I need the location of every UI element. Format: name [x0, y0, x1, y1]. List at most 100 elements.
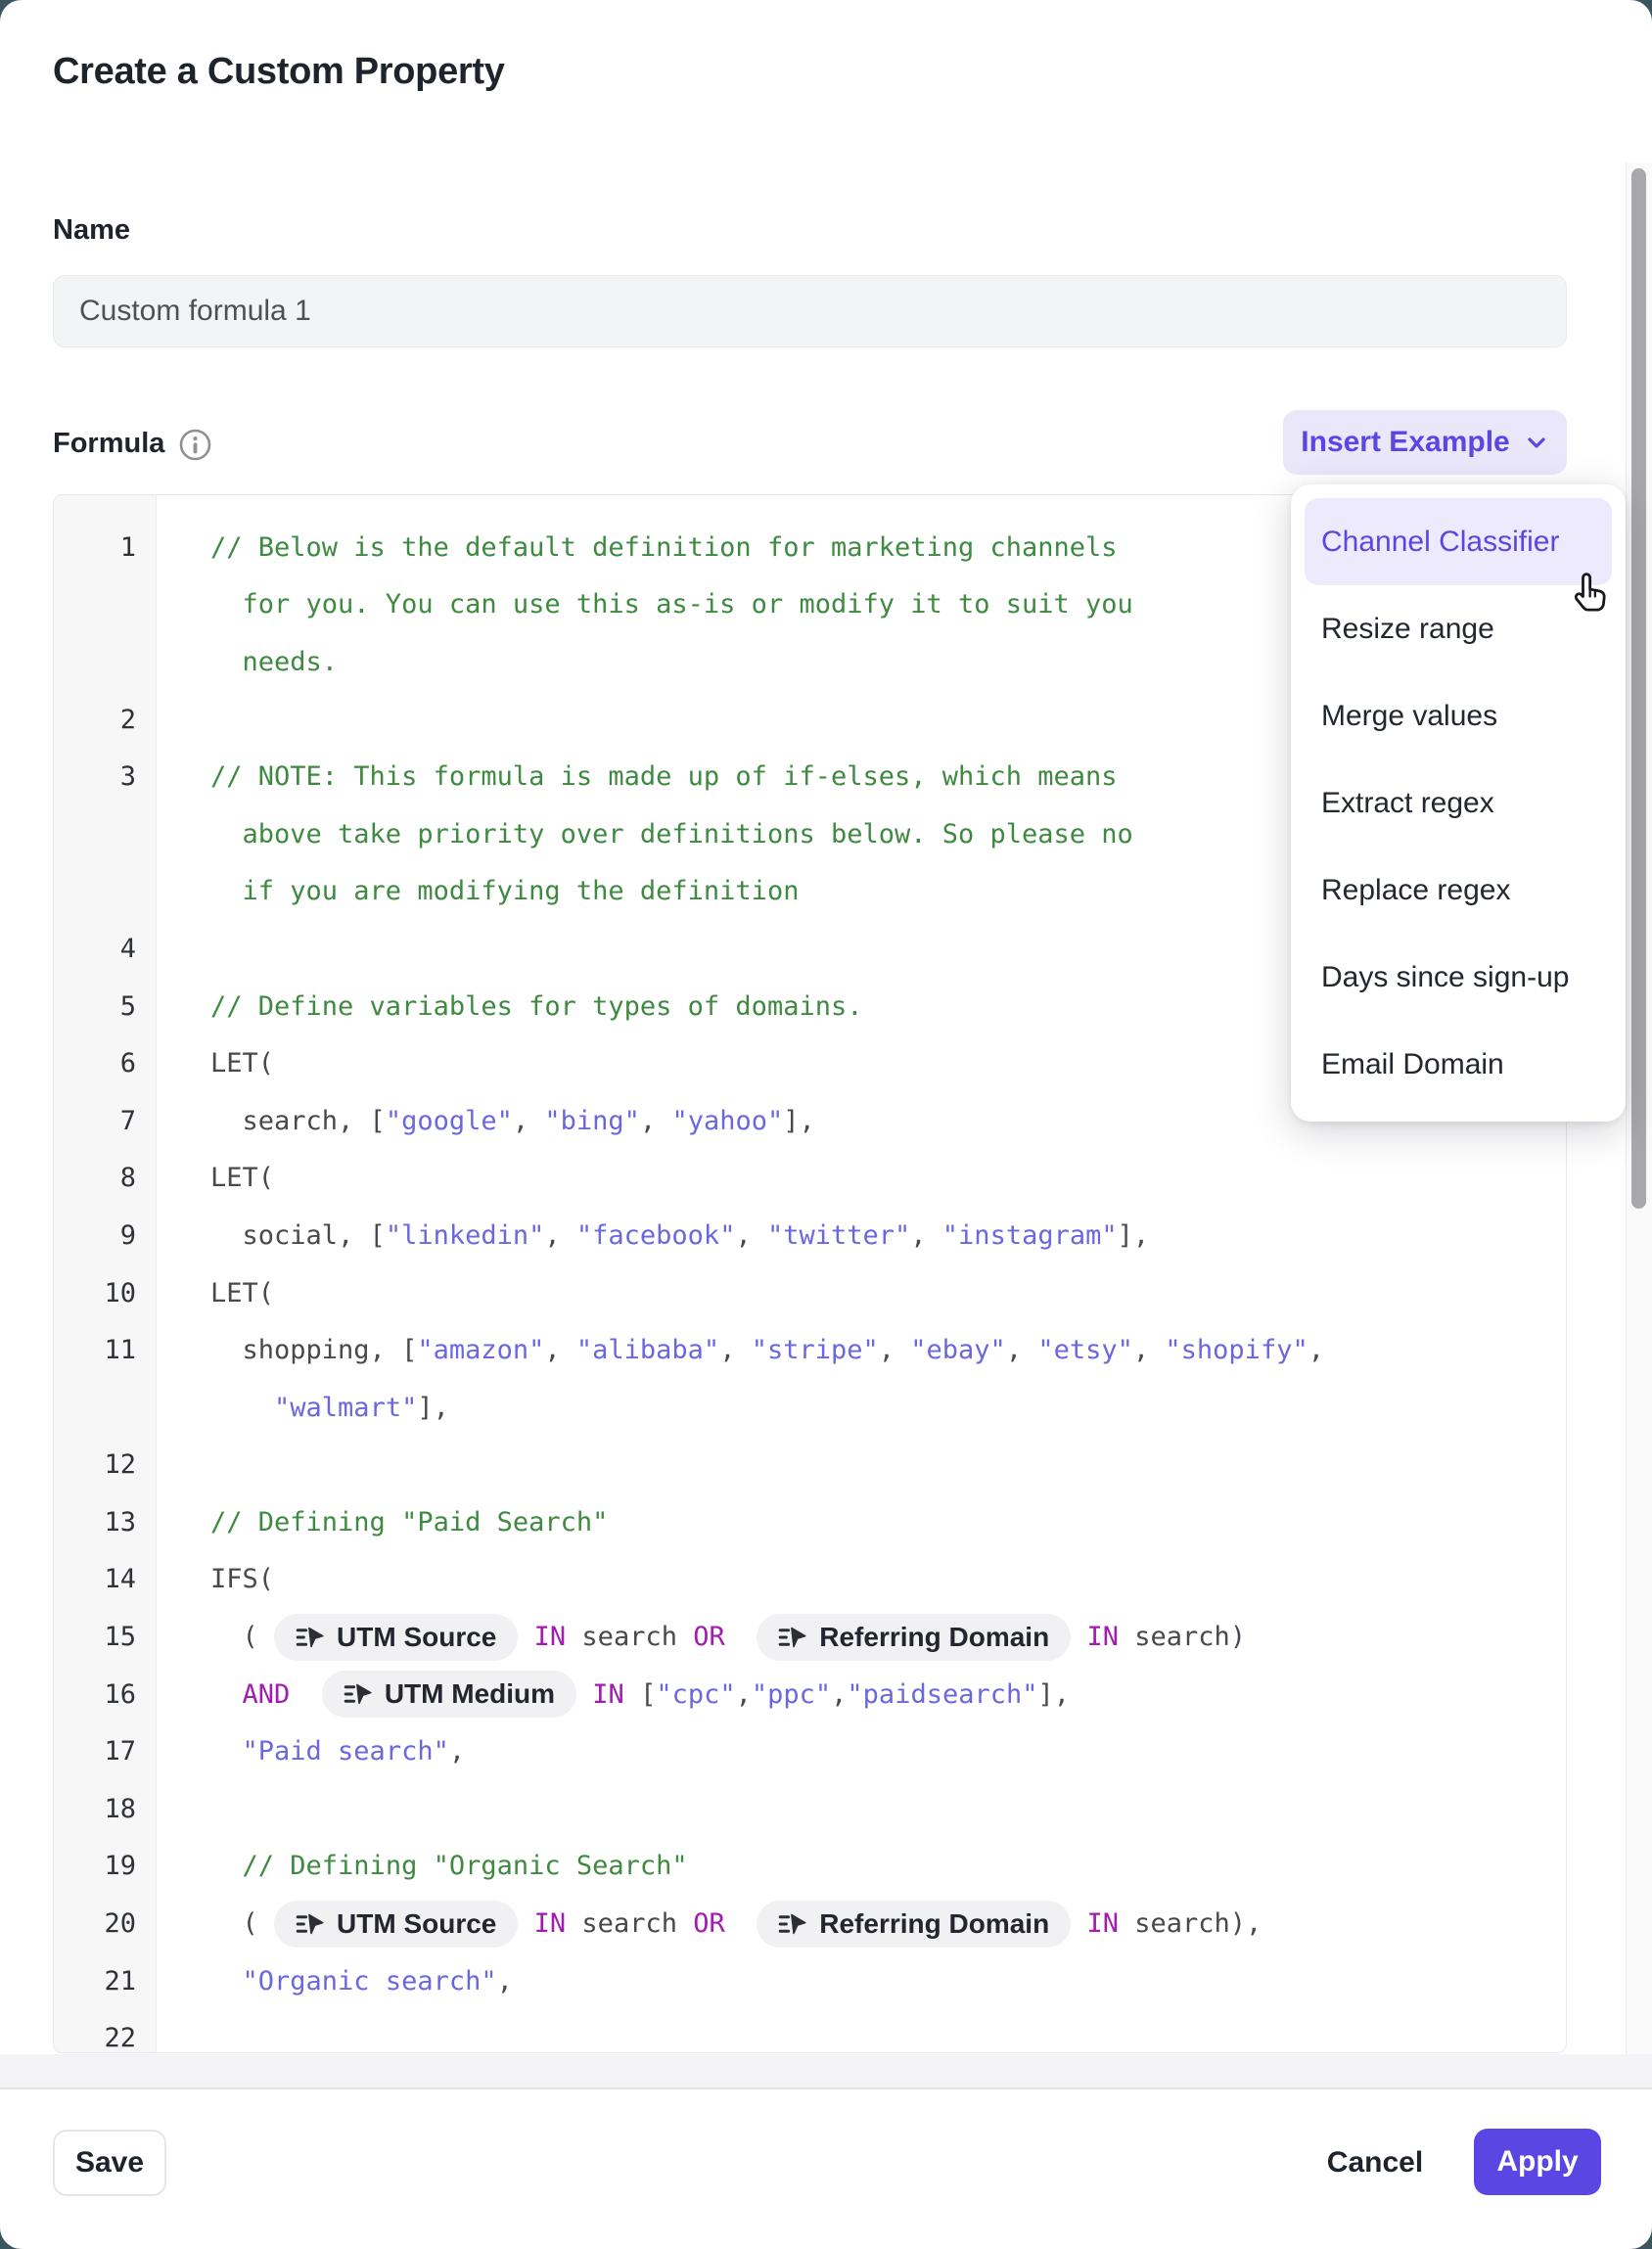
page: { "modal": { "title": "Create a Custom P… [0, 0, 1652, 2249]
menu-item-email-domain[interactable]: Email Domain [1305, 1021, 1612, 1108]
modal-scrollbar-thumb[interactable] [1631, 168, 1646, 1209]
code-token: search [566, 1908, 693, 1939]
code-token [1071, 1908, 1086, 1939]
code-token: , [497, 1966, 513, 1997]
code-token: , [1133, 1335, 1166, 1365]
field-chip-label: Referring Domain [819, 1908, 1049, 1940]
line-number: 3 [54, 761, 156, 792]
code-token: "ppc" [752, 1679, 831, 1710]
code-token: , [513, 1106, 545, 1136]
code-row: 10LET( [54, 1264, 1566, 1322]
line-number: 12 [54, 1449, 156, 1480]
code-token: for you. You can use this as-is or modif… [210, 589, 1133, 620]
code-token: , [910, 1220, 942, 1251]
code-token: ( [210, 1908, 274, 1939]
code-token: // Below is the default definition for m… [210, 532, 1118, 563]
code-token: IN [1086, 1622, 1119, 1652]
menu-item-extract-regex[interactable]: Extract regex [1305, 759, 1612, 847]
code-row: 18 [54, 1780, 1566, 1838]
code-token: "facebook" [576, 1220, 736, 1251]
menu-item-channel-classifier[interactable]: Channel Classifier [1305, 498, 1612, 585]
code-token: search), [1119, 1908, 1262, 1939]
code-line[interactable]: IFS( [156, 1564, 1566, 1594]
menu-item-resize-range[interactable]: Resize range [1305, 585, 1612, 672]
code-row: 16 AND UTM Medium IN ["cpc","ppc","paids… [54, 1666, 1566, 1723]
menu-item-merge-values[interactable]: Merge values [1305, 672, 1612, 759]
field-chip[interactable]: UTM Source [274, 1901, 518, 1948]
code-token: search [566, 1622, 693, 1652]
code-token: search) [1119, 1622, 1246, 1652]
field-chip[interactable]: Referring Domain [757, 1901, 1071, 1948]
code-token: , [831, 1679, 847, 1710]
code-line[interactable]: LET( [156, 1278, 1566, 1308]
field-chip-icon [296, 1624, 325, 1651]
line-number: 7 [54, 1106, 156, 1136]
name-input[interactable]: Custom formula 1 [53, 275, 1567, 347]
code-token [210, 1851, 243, 1881]
code-token: "stripe" [752, 1335, 879, 1365]
code-token [210, 1966, 243, 1997]
code-token: "instagram" [942, 1220, 1118, 1251]
code-token: [ [624, 1679, 657, 1710]
code-token: "paidsearch" [847, 1679, 1037, 1710]
code-token [518, 1622, 533, 1652]
code-token: // Defining "Paid Search" [210, 1507, 608, 1538]
line-number: 1 [54, 532, 156, 563]
code-row: 14IFS( [54, 1551, 1566, 1609]
menu-item-days-since-sign-up[interactable]: Days since sign-up [1305, 934, 1612, 1021]
code-token [290, 1679, 322, 1710]
code-line[interactable]: LET( [156, 1163, 1566, 1193]
save-button[interactable]: Save [53, 2130, 166, 2196]
code-token: ], [783, 1106, 815, 1136]
line-number: 14 [54, 1564, 156, 1594]
code-token: "google" [386, 1106, 513, 1136]
code-token: AND [243, 1679, 291, 1710]
code-token [210, 1679, 243, 1710]
line-number: 13 [54, 1507, 156, 1538]
code-token: "ebay" [910, 1335, 1006, 1365]
code-token: , [879, 1335, 911, 1365]
code-line[interactable]: // Defining "Organic Search" [156, 1851, 1566, 1881]
insert-example-button[interactable]: Insert Example [1283, 410, 1567, 475]
code-token: , [544, 1335, 576, 1365]
apply-button[interactable]: Apply [1474, 2129, 1601, 2195]
field-chip-label: UTM Medium [385, 1678, 555, 1710]
menu-item-replace-regex[interactable]: Replace regex [1305, 847, 1612, 934]
field-chip[interactable]: UTM Medium [322, 1671, 576, 1718]
code-token: shopping, [ [210, 1335, 417, 1365]
field-chip-icon [344, 1680, 373, 1708]
code-line[interactable]: social, ["linkedin", "facebook", "twitte… [156, 1220, 1566, 1251]
code-line[interactable]: "walmart"], [156, 1393, 1566, 1423]
code-line[interactable]: shopping, ["amazon", "alibaba", "stripe"… [156, 1335, 1566, 1365]
cancel-button[interactable]: Cancel [1316, 2130, 1434, 2196]
code-line[interactable]: // Defining "Paid Search" [156, 1507, 1566, 1538]
code-token: , [719, 1335, 752, 1365]
field-chip[interactable]: UTM Source [274, 1614, 518, 1661]
field-chip-label: UTM Source [337, 1908, 496, 1940]
code-line[interactable]: "Paid search", [156, 1736, 1566, 1767]
code-token: IN [534, 1622, 567, 1652]
code-row: 15 ( UTM Source IN search OR Referring D… [54, 1608, 1566, 1666]
editor-bottom-band [0, 2054, 1652, 2088]
code-token: OR [693, 1622, 725, 1652]
code-line[interactable]: "Organic search", [156, 1966, 1566, 1997]
line-number: 20 [54, 1908, 156, 1939]
info-icon[interactable] [179, 429, 211, 461]
code-row: 9 social, ["linkedin", "facebook", "twit… [54, 1207, 1566, 1264]
code-token: // Define variables for types of domains… [210, 991, 862, 1022]
code-token [725, 1908, 757, 1939]
code-line[interactable]: ( UTM Source IN search OR Referring Doma… [156, 1901, 1566, 1948]
code-token: "yahoo" [671, 1106, 783, 1136]
code-token: // NOTE: This formula is made up of if-e… [210, 761, 1118, 792]
code-line[interactable]: ( UTM Source IN search OR Referring Doma… [156, 1614, 1566, 1661]
line-number: 18 [54, 1794, 156, 1824]
code-line[interactable]: AND UTM Medium IN ["cpc","ppc","paidsear… [156, 1671, 1566, 1718]
code-token: needs. [210, 647, 338, 677]
code-token: "cpc" [656, 1679, 735, 1710]
field-chip-label: UTM Source [337, 1622, 496, 1653]
modal-scrollbar-track[interactable] [1626, 162, 1652, 2088]
field-chip[interactable]: Referring Domain [757, 1614, 1071, 1661]
code-token: "etsy" [1037, 1335, 1133, 1365]
chevron-down-icon [1524, 430, 1549, 455]
line-number: 4 [54, 934, 156, 964]
